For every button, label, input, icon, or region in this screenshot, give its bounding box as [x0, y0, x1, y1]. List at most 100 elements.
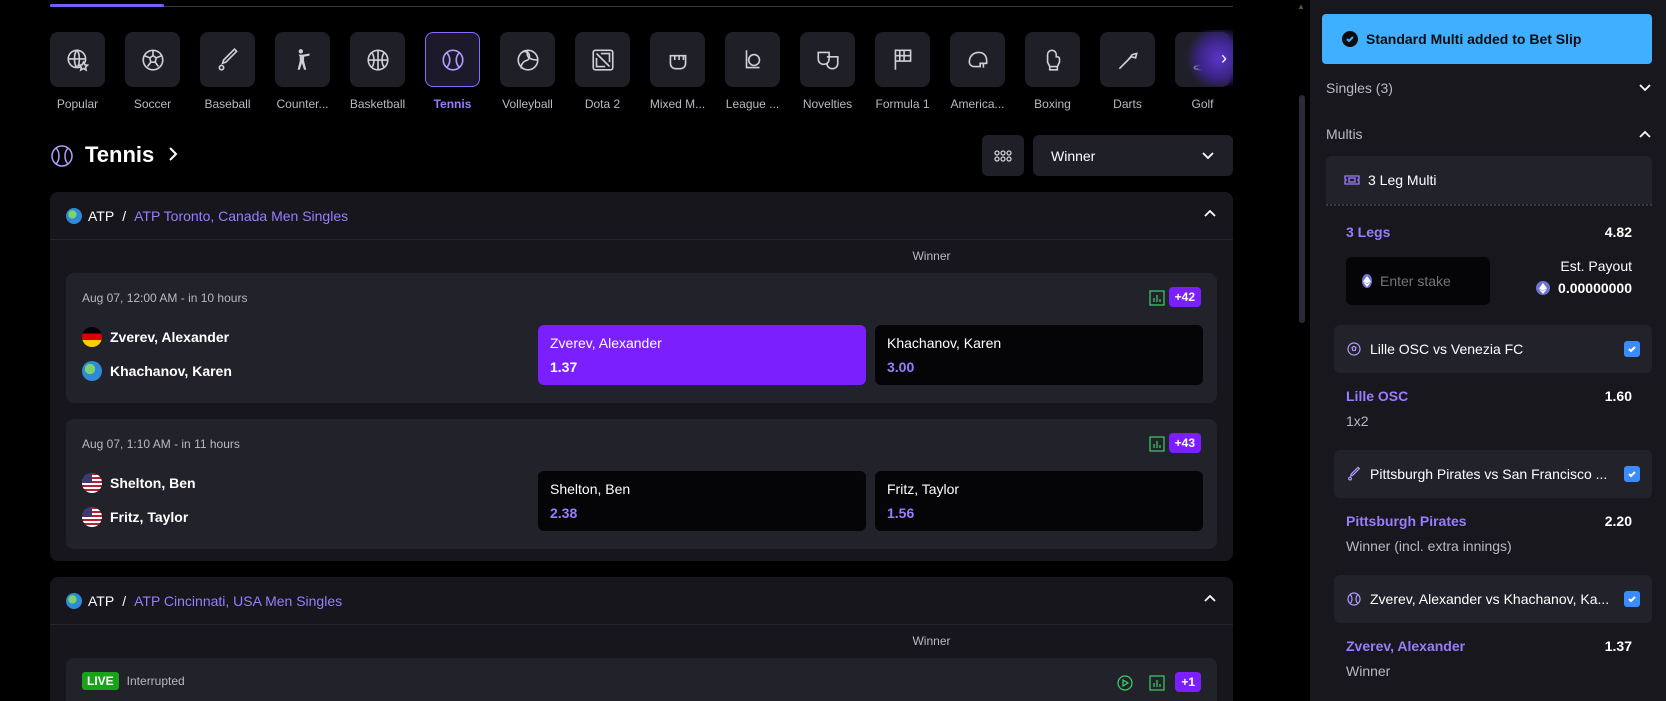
leg-selection: Pittsburgh Pirates 2.20 — [1346, 513, 1632, 529]
page-title[interactable]: Tennis — [85, 142, 154, 168]
sport-mma[interactable]: Mixed M... — [640, 32, 715, 111]
competition-link[interactable]: ATP Toronto, Canada Men Singles — [134, 208, 348, 224]
breadcrumb-separator: / — [122, 207, 127, 224]
category-label[interactable]: ATP — [88, 593, 114, 609]
ticket-divider — [1326, 204, 1652, 208]
soldier-icon — [297, 48, 309, 70]
team-row: Fritz, Taylor — [82, 507, 188, 527]
market-selected: Winner — [1051, 147, 1096, 164]
checkmark-icon — [1628, 596, 1636, 603]
leg-selection-name[interactable]: Zverev, Alexander — [1346, 638, 1465, 654]
layout-toggle-button[interactable] — [982, 135, 1024, 176]
check-circle-icon — [1342, 31, 1358, 47]
outcome-odds: 1.56 — [887, 505, 915, 521]
leg-selection-name[interactable]: Pittsburgh Pirates — [1346, 513, 1467, 529]
chevron-right-icon: › — [1221, 47, 1227, 68]
sport-basketball[interactable]: Basketball — [340, 32, 415, 111]
multis-label: Multis — [1326, 126, 1363, 142]
team-row: Khachanov, Karen — [82, 361, 232, 381]
stats-chart-icon[interactable] — [1149, 675, 1165, 691]
leg-event: Zverev, Alexander vs Khachanov, Ka... — [1370, 591, 1610, 607]
sport-label: Baseball — [204, 97, 251, 111]
chevron-up-icon — [1639, 130, 1651, 138]
match-card: Aug 07, 1:10 AM - in 11 hours +43 Shelto… — [66, 419, 1217, 549]
sport-label: Tennis — [433, 97, 472, 111]
tennis-ball-icon — [441, 48, 464, 71]
sport-formula-1[interactable]: Formula 1 — [865, 32, 940, 111]
category-label[interactable]: ATP — [88, 208, 114, 224]
leg-odds: 1.37 — [1604, 638, 1632, 654]
stake-field[interactable] — [1346, 257, 1490, 305]
globe-star-icon — [66, 48, 89, 71]
legs-count: 3 Legs — [1346, 224, 1391, 240]
ethereum-icon — [1536, 281, 1551, 295]
leg-checkbox[interactable] — [1624, 591, 1640, 607]
checkmark-icon — [1628, 346, 1636, 353]
sport-baseball[interactable]: Baseball — [190, 32, 265, 111]
competition-header[interactable]: ATP / ATP Toronto, Canada Men Singles — [50, 192, 1233, 240]
sport-boxing[interactable]: Boxing — [1015, 32, 1090, 111]
multis-toggle[interactable]: Multis — [1326, 126, 1652, 142]
odds-button[interactable]: Shelton, Ben 2.38 — [538, 471, 866, 531]
sport-league-of-legends[interactable]: League ... — [715, 32, 790, 111]
scrollbar-thumb[interactable] — [1299, 95, 1305, 323]
sport-tennis[interactable]: Tennis — [415, 32, 490, 111]
odds-button[interactable]: Fritz, Taylor 1.56 — [875, 471, 1203, 531]
more-markets-badge[interactable]: +1 — [1175, 672, 1201, 692]
carousel-next-button[interactable]: › — [1185, 30, 1233, 86]
outcome-odds: 1.37 — [550, 359, 578, 375]
sport-american-football[interactable]: America... — [940, 32, 1015, 111]
baseball-bat-icon — [1348, 466, 1361, 481]
odds-button[interactable]: Zverev, Alexander 1.37 — [538, 325, 866, 385]
competition-header[interactable]: ATP / ATP Cincinnati, USA Men Singles — [50, 577, 1233, 625]
sport-label: Soccer — [133, 97, 172, 111]
sport-counter-strike[interactable]: Counter... — [265, 32, 340, 111]
sport-volleyball[interactable]: Volleyball — [490, 32, 565, 111]
sport-label: Novelties — [802, 97, 853, 111]
odds-button[interactable]: Khachanov, Karen 3.00 — [875, 325, 1203, 385]
sport-popular[interactable]: Popular — [50, 32, 115, 111]
league-icon — [745, 49, 760, 68]
sport-soccer[interactable]: Soccer — [115, 32, 190, 111]
leg-checkbox[interactable] — [1624, 341, 1640, 357]
outcome-name: Zverev, Alexander — [550, 335, 662, 351]
team-name: Khachanov, Karen — [110, 363, 232, 379]
chevron-right-icon[interactable] — [165, 144, 181, 164]
usa-flag-icon — [82, 507, 102, 527]
basketball-icon — [366, 48, 389, 71]
team-name: Fritz, Taylor — [110, 509, 189, 525]
sport-label: Dota 2 — [584, 97, 621, 111]
chevron-up-icon[interactable] — [1203, 208, 1217, 218]
singles-toggle[interactable]: Singles (3) — [1326, 80, 1652, 96]
sport-label: Volleyball — [502, 97, 553, 111]
globe-icon — [66, 592, 82, 610]
scroll-up-arrow-icon[interactable]: ▲ — [1297, 2, 1305, 11]
page-header: Tennis Winner — [50, 135, 1233, 180]
play-circle-icon[interactable] — [1117, 675, 1133, 691]
checkered-flag-icon — [894, 48, 911, 70]
sport-darts[interactable]: Darts — [1090, 32, 1165, 111]
chevron-down-icon — [1202, 151, 1214, 159]
more-markets-badge[interactable]: +42 — [1168, 287, 1201, 307]
match-status: Interrupted — [126, 674, 185, 688]
world-flag-icon — [82, 361, 102, 381]
leg-selection-name[interactable]: Lille OSC — [1346, 388, 1408, 404]
sport-label: Mixed M... — [649, 97, 706, 111]
stats-chart-icon[interactable] — [1149, 290, 1165, 306]
stake-input[interactable] — [1380, 273, 1490, 289]
outcome-name: Shelton, Ben — [550, 481, 631, 497]
sport-label: League ... — [725, 97, 780, 111]
chevron-up-icon[interactable] — [1203, 593, 1217, 603]
payout-value-row: 0.00000000 — [1536, 280, 1632, 296]
leg-checkbox[interactable] — [1624, 466, 1640, 482]
sport-dota-2[interactable]: Dota 2 — [565, 32, 640, 111]
competition-link[interactable]: ATP Cincinnati, USA Men Singles — [134, 593, 342, 609]
multi-title: 3 Leg Multi — [1368, 172, 1437, 188]
bet-slip-toast: Standard Multi added to Bet Slip — [1322, 14, 1652, 64]
team-row: Zverev, Alexander — [82, 327, 229, 347]
more-markets-badge[interactable]: +43 — [1168, 433, 1201, 453]
sport-label: Counter... — [276, 97, 329, 111]
sport-novelties[interactable]: Novelties — [790, 32, 865, 111]
market-dropdown[interactable]: Winner — [1033, 135, 1233, 176]
stats-chart-icon[interactable] — [1149, 436, 1165, 452]
